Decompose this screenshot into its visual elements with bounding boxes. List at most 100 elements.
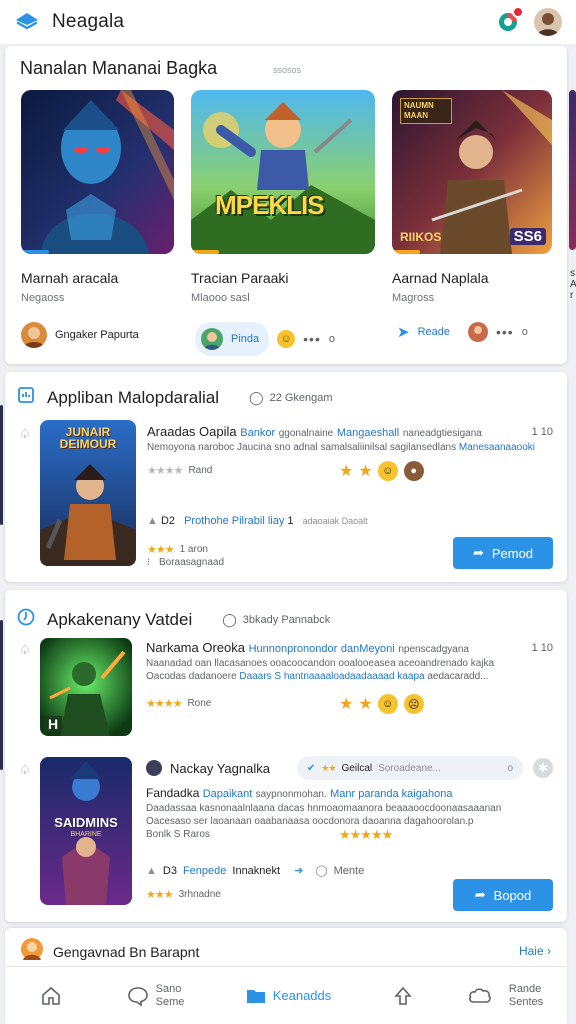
share-icon: ➦ — [474, 887, 486, 902]
star-icon[interactable]: ★ — [358, 461, 372, 481]
developer-meta: Innaknekt — [232, 864, 281, 877]
featured-indicator — [392, 250, 420, 254]
send-icon[interactable]: ➤ — [397, 323, 410, 341]
subtitle-link[interactable]: Dapaikant — [203, 788, 253, 800]
app-row-title[interactable]: Araadas Oapila Bankor ggonalnaine Mangae… — [147, 424, 482, 439]
side-count: 1 10 — [531, 642, 553, 654]
share-icon — [394, 986, 412, 1005]
app-name: Nackay Yagnalka — [170, 760, 270, 776]
game-logo-text: JUNAIR DEIMOUR — [59, 425, 117, 451]
developer-link[interactable]: Prothohe Pilrabil liay — [184, 515, 284, 527]
star-icon[interactable]: ★ — [339, 694, 353, 714]
game-name: Aarnad Naplala — [392, 270, 489, 286]
rating-label: Rand — [188, 465, 213, 476]
nav-community[interactable]: Rande Sentes — [443, 983, 567, 1009]
featured-title: Nanalan Mananai Bagka — [20, 58, 218, 78]
game-artwork[interactable]: NAUMN MAAN RIIKOS SS6 — [392, 90, 552, 254]
app-tag: Mangaeshall — [336, 427, 400, 439]
nav-share[interactable] — [363, 985, 443, 1007]
game-subtitle: Mlaooo sasl — [191, 292, 250, 304]
more-options-icon[interactable]: ••• — [496, 324, 514, 340]
side-peek-text: sAr — [570, 268, 576, 301]
chat-icon — [127, 986, 148, 1007]
nav-home[interactable] — [5, 984, 97, 1008]
chevron-right-icon: › — [547, 944, 551, 958]
description-link[interactable]: Daaars S — [239, 671, 281, 682]
star-row: ★★★★★ — [339, 827, 393, 842]
reaction-row: ★ ★ ☺ ☹ — [339, 694, 424, 714]
see-more-link[interactable]: Haie › — [519, 944, 551, 958]
game-thumbnail[interactable]: JUNAIR DEIMOUR — [40, 420, 136, 566]
developer-name[interactable]: Gngaker Papurta — [55, 329, 139, 341]
bookmark-icon[interactable]: ♤ — [19, 426, 31, 442]
rating-stars: ★★★★ — [146, 698, 182, 710]
install-button[interactable]: ➦ Pemod — [453, 537, 553, 569]
section-meta[interactable]: ◯ 22 Gkengam — [249, 390, 333, 406]
app-desc: ggonalnaine — [278, 428, 334, 439]
clock-icon: ◯ — [222, 611, 237, 627]
developer-avatar[interactable] — [468, 322, 488, 342]
description-link[interactable]: Manesaanaaooki — [459, 442, 535, 453]
subtitle-link[interactable]: Manr paranda kaigahona — [330, 788, 452, 800]
emoji-icon[interactable]: ☹ — [403, 694, 424, 714]
nav-messages[interactable]: Sano Seme — [97, 983, 213, 1009]
app-row-title[interactable]: Nackay Yagnalka — [146, 760, 270, 776]
emoji-icon[interactable]: ☺ — [377, 461, 398, 481]
install-button-label: Pemod — [491, 545, 534, 561]
section-meta[interactable]: ◯ 3bkady Pannabck — [222, 612, 330, 628]
game-thumbnail[interactable]: SAIDMINS BHARINE — [40, 757, 132, 905]
app-row-title[interactable]: Narkama Oreoka Hunnonpronondor danMeyoni… — [146, 640, 469, 655]
bookmark-icon[interactable]: ♤ — [19, 642, 31, 658]
star-icon[interactable]: ★ — [358, 694, 372, 714]
developer-avatar[interactable] — [21, 322, 47, 348]
star-icon[interactable]: ★ — [339, 461, 353, 481]
description-text: Nemoyona naroboc Jaucina sno adnal samal… — [147, 442, 457, 453]
app-description: Oacodas dadanoere Daaars S hantnaaaaload… — [146, 671, 489, 682]
featured-indicator — [21, 250, 49, 254]
bottom-section-title: Gengavnad Bn Barapnt — [53, 944, 200, 960]
folder-icon — [246, 989, 265, 1003]
rating-stars: ★★ — [321, 762, 336, 773]
emoji-icon[interactable]: ☺ — [377, 694, 398, 714]
more-options-end: o — [521, 326, 529, 338]
section-title: Appliban Malopdaralial — [47, 387, 220, 407]
featured-item[interactable]: MPEKLIS Tracian Paraaki Mlaooo sasl — [191, 90, 375, 304]
developer-line: ▲ D2 Prothohe Pilrabil liay 1 adaoaiak D… — [147, 515, 368, 527]
rating-stars: ★★★ — [146, 889, 174, 901]
badge-icon: ▲ — [146, 864, 157, 877]
notification-icon[interactable] — [496, 6, 524, 34]
side-count: 1 10 — [531, 426, 553, 438]
more-options-icon[interactable]: ••• — [303, 331, 321, 347]
description-link[interactable]: hantnaaaaloadaadaaaad kaapa — [284, 671, 425, 682]
rating-stars: ★★★ — [147, 544, 175, 556]
featured-item[interactable]: Marnah aracala Negaoss — [21, 90, 174, 304]
featured-item[interactable]: NAUMN MAAN RIIKOS SS6 Aarnad Naplala Mag… — [392, 90, 552, 304]
game-subtitle: Magross — [392, 292, 435, 304]
send-icon[interactable]: ➜ — [294, 864, 303, 877]
user-avatar[interactable] — [534, 8, 562, 36]
game-artwork[interactable] — [21, 90, 174, 254]
app-description: Naanadad oan llacasanoes ooacoocandon oo… — [146, 658, 495, 669]
settings-icon[interactable]: ✱ — [533, 758, 553, 778]
subtitle-text: Fandadka — [146, 786, 200, 800]
nav-label: Sano Seme — [156, 983, 185, 1009]
bookmark-icon[interactable]: ♤ — [19, 762, 31, 778]
nav-label: Keanadds — [272, 988, 332, 1003]
game-logo-text: H — [44, 716, 63, 732]
developer-link[interactable]: Fenpede — [183, 865, 226, 877]
install-button[interactable]: ➦ Bopod — [453, 879, 553, 911]
rating-row: ★★★★ Rone — [146, 697, 211, 710]
game-name: Tracian Paraaki — [191, 270, 289, 286]
developer-pill[interactable]: Pinda — [195, 322, 270, 356]
description-text: Oacodas dadanoere — [146, 671, 237, 682]
nav-downloads[interactable]: Keanadds — [213, 986, 363, 1006]
tag-chip[interactable]: ✔ ★★ Geilcal Soroadeane... o — [297, 756, 523, 780]
avatar[interactable]: ● — [403, 461, 424, 481]
read-link[interactable]: Reade — [418, 326, 450, 338]
stars-label: 1 aron — [179, 544, 208, 555]
game-thumbnail[interactable]: H — [40, 638, 132, 736]
game-artwork[interactable]: MPEKLIS — [191, 90, 375, 254]
menu-label[interactable]: Mente — [334, 865, 365, 877]
emoji-icon[interactable]: ☺ — [277, 330, 296, 348]
app-logo-icon[interactable] — [14, 9, 40, 35]
